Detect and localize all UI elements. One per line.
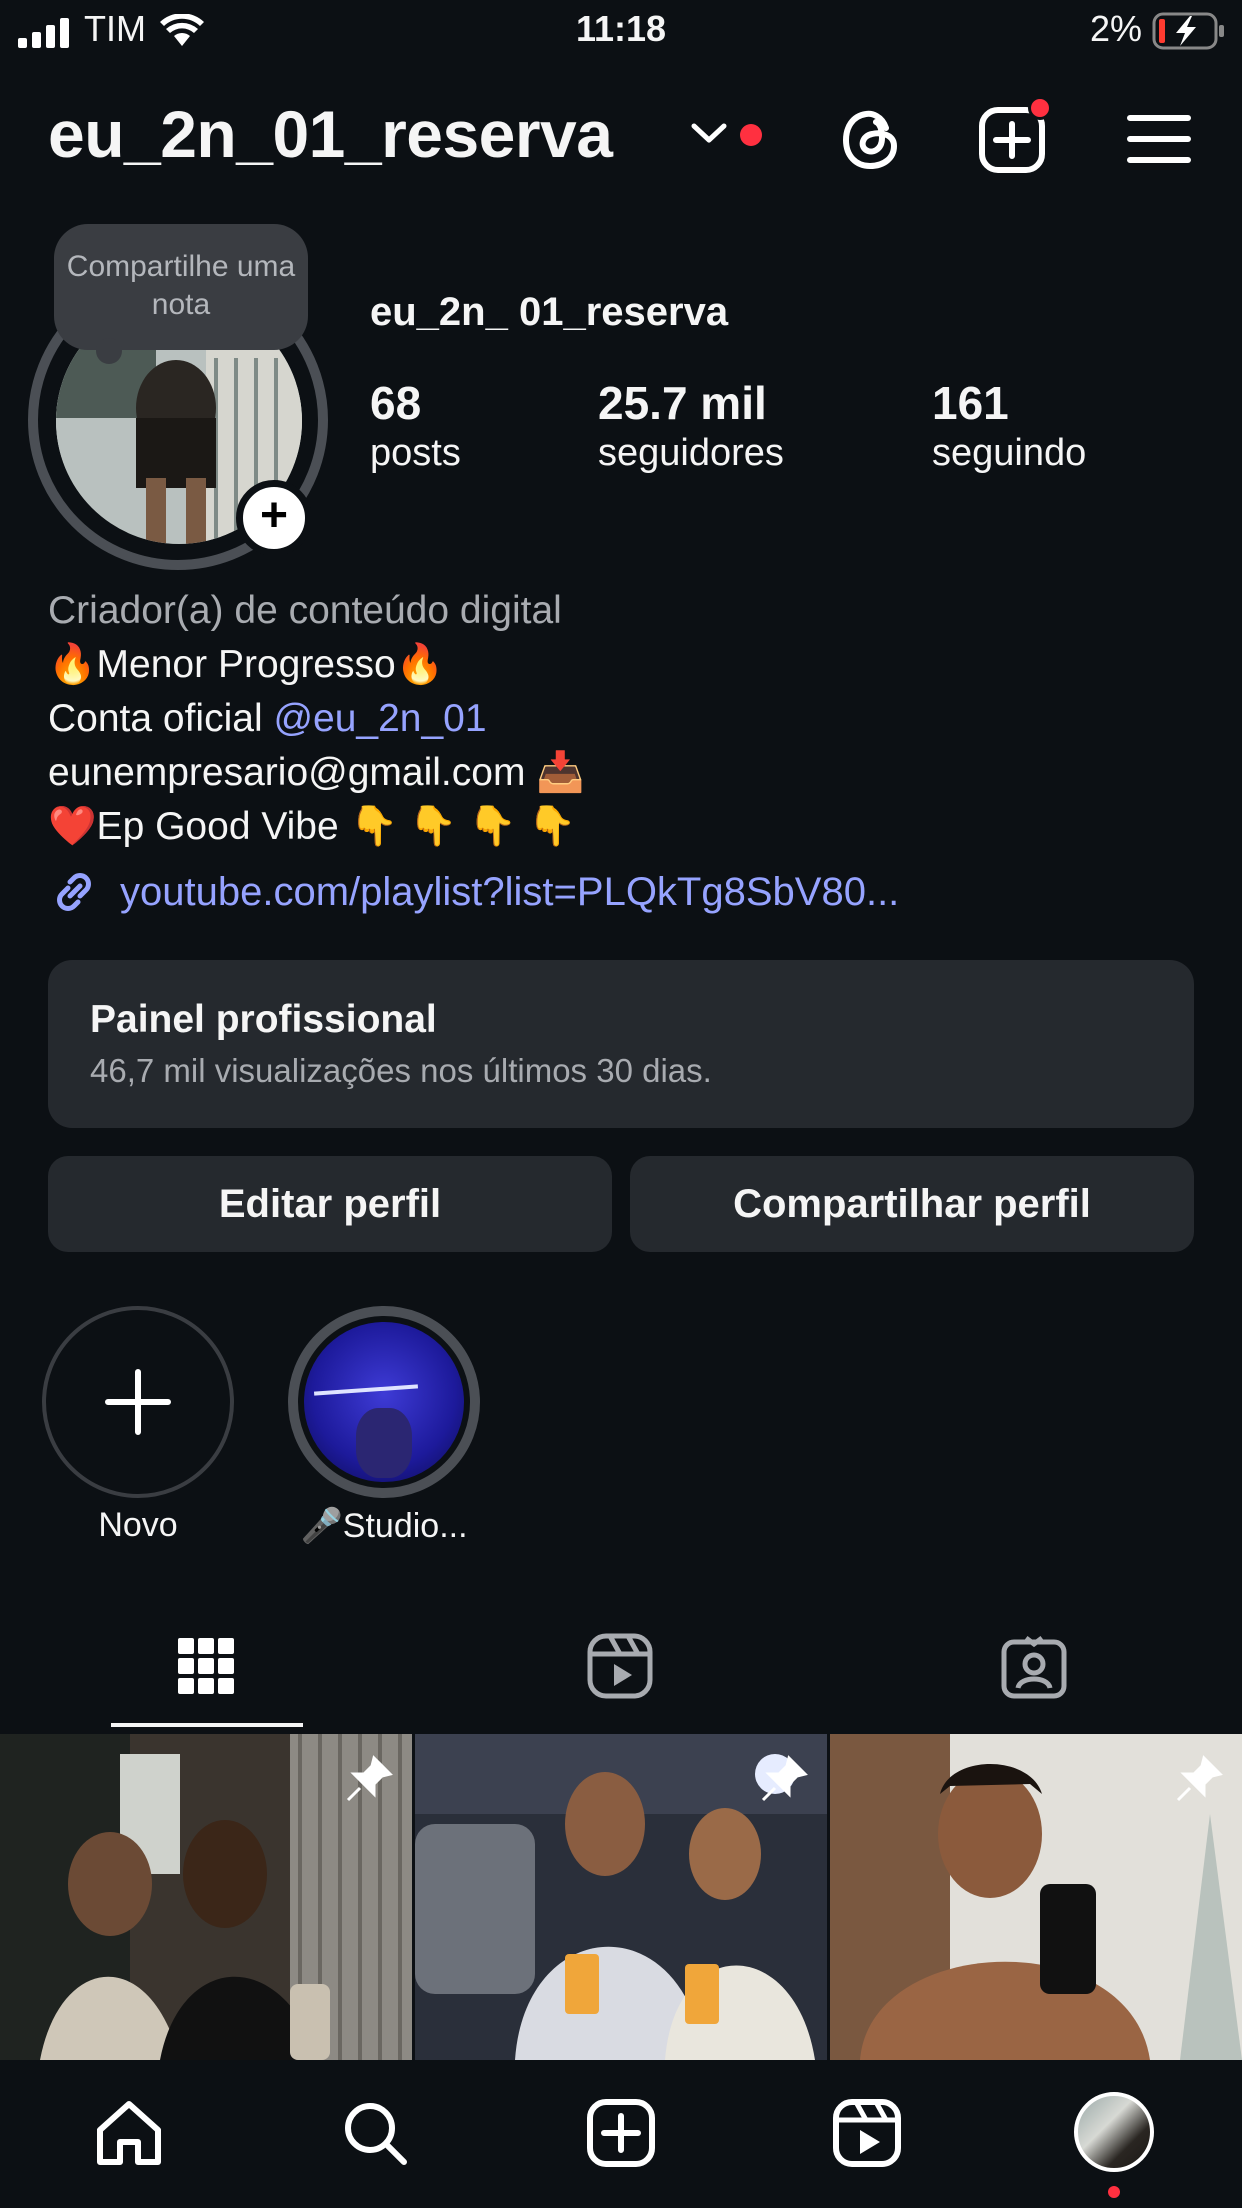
link-icon (57, 873, 91, 911)
bio-line: ❤️Ep Good Vibe 👇 👇 👇 👇 (48, 805, 577, 848)
profile-tab-avatar[interactable] (1074, 2092, 1154, 2172)
reels-tab-icon[interactable] (584, 1630, 656, 1702)
chevron-down-icon[interactable] (690, 120, 728, 148)
clock: 11:18 (575, 8, 667, 49)
display-name: eu_2n_ 01_reserva (370, 290, 729, 334)
search-icon[interactable] (338, 2096, 412, 2170)
grid-tab-icon[interactable] (170, 1630, 242, 1702)
tagged-tab-icon[interactable] (998, 1630, 1070, 1702)
share-profile-button[interactable]: Compartilhar perfil (630, 1156, 1194, 1252)
followers-label[interactable]: seguidores (598, 432, 784, 475)
bio-text: Conta oficial (48, 697, 274, 740)
following-label[interactable]: seguindo (932, 432, 1086, 475)
bio-line: 🔥Menor Progresso🔥 (48, 643, 445, 686)
bio-line: Conta oficial @eu_2n_01 (48, 692, 487, 746)
notification-dot (1028, 96, 1052, 120)
home-icon[interactable] (92, 2096, 166, 2170)
account-switcher[interactable]: eu_2n_01_reserva (48, 96, 613, 172)
dashboard-subtitle: 46,7 mil visualizações nos últimos 30 di… (90, 1052, 712, 1089)
status-bar: TIM 11:18 2% (0, 0, 1242, 64)
post-thumbnail[interactable] (0, 1734, 412, 2060)
edit-profile-button[interactable]: Editar perfil (48, 1156, 612, 1252)
highlight-label: Novo (98, 1506, 178, 1544)
battery-percent: 2% (1089, 8, 1142, 49)
pinned-icon (761, 1755, 808, 1802)
highlight-studio[interactable] (288, 1306, 480, 1498)
active-tab-indicator (111, 1723, 303, 1727)
pinned-icon (346, 1755, 393, 1802)
posts-label[interactable]: posts (370, 432, 461, 475)
notification-dot (740, 124, 762, 146)
bio-link-text[interactable]: youtube.com/playlist?list=PLQkTg8SbV80..… (120, 870, 899, 915)
note-bubble-tail (96, 338, 122, 364)
share-note-bubble[interactable]: Compartilhe uma nota (54, 224, 308, 350)
posts-count[interactable]: 68 (370, 376, 421, 430)
new-highlight-button[interactable] (42, 1306, 234, 1498)
bio-mention-link[interactable]: @eu_2n_01 (273, 697, 486, 740)
threads-icon[interactable] (836, 104, 906, 174)
add-story-button[interactable]: + (236, 480, 312, 556)
post-thumbnail[interactable] (415, 1734, 827, 2060)
pinned-icon (1176, 1755, 1223, 1802)
followers-count[interactable]: 25.7 mil (598, 376, 767, 430)
dashboard-title: Painel profissional (90, 998, 437, 1041)
notification-dot (1108, 2186, 1120, 2198)
battery-charging-icon (1152, 12, 1224, 50)
reels-icon[interactable] (830, 2096, 904, 2170)
highlight-label: 🎤Studio... (300, 1507, 468, 1545)
professional-dashboard[interactable]: Painel profissional 46,7 mil visualizaçõ… (48, 960, 1194, 1128)
bio-category: Criador(a) de conteúdo digital (48, 589, 562, 632)
plus-icon (105, 1369, 171, 1435)
highlight-cover (304, 1322, 464, 1482)
menu-icon[interactable] (1124, 104, 1194, 174)
following-count[interactable]: 161 (932, 376, 1009, 430)
create-icon[interactable] (584, 2096, 658, 2170)
post-thumbnail[interactable] (830, 1734, 1242, 2060)
bio-email: eunempresario@gmail.com 📥 (48, 751, 585, 794)
